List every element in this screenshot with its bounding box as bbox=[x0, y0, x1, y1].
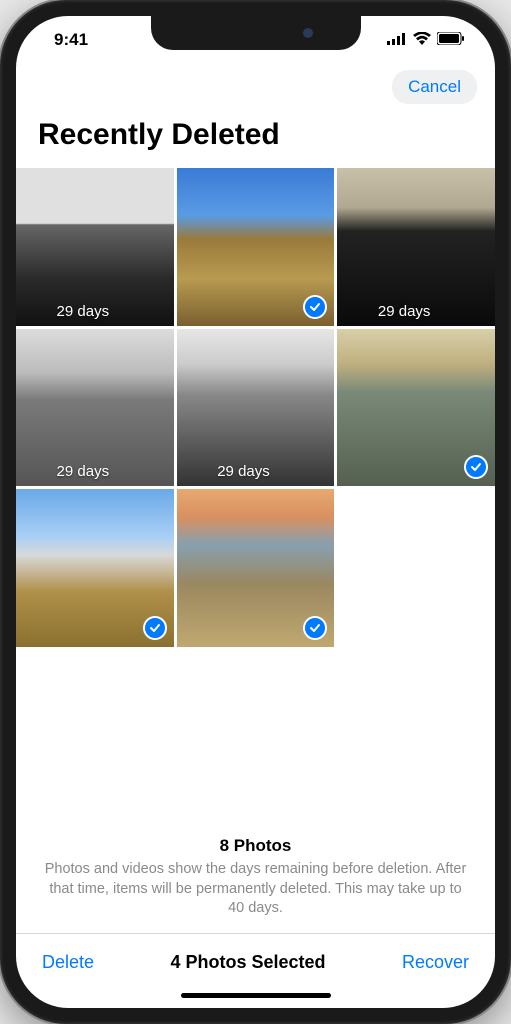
cellular-icon bbox=[387, 30, 407, 50]
photo-thumb[interactable] bbox=[177, 489, 335, 647]
photo-thumb[interactable]: 29 days bbox=[177, 329, 335, 487]
toolbar: Delete 4 Photos Selected Recover bbox=[16, 933, 495, 987]
days-remaining-label: 29 days bbox=[16, 303, 150, 320]
photo-thumb[interactable]: 29 days bbox=[16, 168, 174, 326]
summary-desc: Photos and videos show the days remainin… bbox=[42, 860, 469, 919]
checkmark-icon bbox=[143, 616, 167, 640]
photo-thumb[interactable]: 29 days bbox=[337, 168, 495, 326]
summary: 8 Photos Photos and videos show the days… bbox=[16, 824, 495, 933]
status-icons bbox=[387, 30, 465, 50]
battery-icon bbox=[437, 30, 465, 50]
home-indicator[interactable] bbox=[181, 993, 331, 998]
days-remaining-label: 29 days bbox=[177, 463, 311, 480]
photo-thumb[interactable] bbox=[177, 168, 335, 326]
screen: 9:41 Cancel Recently Deleted 29 days29 d… bbox=[16, 16, 495, 1008]
delete-button[interactable]: Delete bbox=[38, 948, 98, 977]
summary-count: 8 Photos bbox=[42, 836, 469, 856]
recover-button[interactable]: Recover bbox=[398, 948, 473, 977]
page-title: Recently Deleted bbox=[16, 110, 495, 168]
spacer bbox=[16, 647, 495, 824]
wifi-icon bbox=[413, 30, 431, 50]
notch bbox=[151, 16, 361, 50]
status-time: 9:41 bbox=[54, 30, 88, 50]
photo-thumb[interactable] bbox=[337, 329, 495, 487]
nav-bar: Cancel bbox=[16, 64, 495, 110]
checkmark-icon bbox=[303, 295, 327, 319]
days-remaining-label: 29 days bbox=[16, 463, 150, 480]
photo-grid: 29 days 29 days 29 days 29 days bbox=[16, 168, 495, 647]
photo-thumb[interactable] bbox=[16, 489, 174, 647]
days-remaining-label: 29 days bbox=[337, 303, 471, 320]
selection-count: 4 Photos Selected bbox=[170, 952, 325, 973]
phone-frame: 9:41 Cancel Recently Deleted 29 days29 d… bbox=[0, 0, 511, 1024]
cancel-button[interactable]: Cancel bbox=[392, 70, 477, 104]
photo-thumb[interactable]: 29 days bbox=[16, 329, 174, 487]
